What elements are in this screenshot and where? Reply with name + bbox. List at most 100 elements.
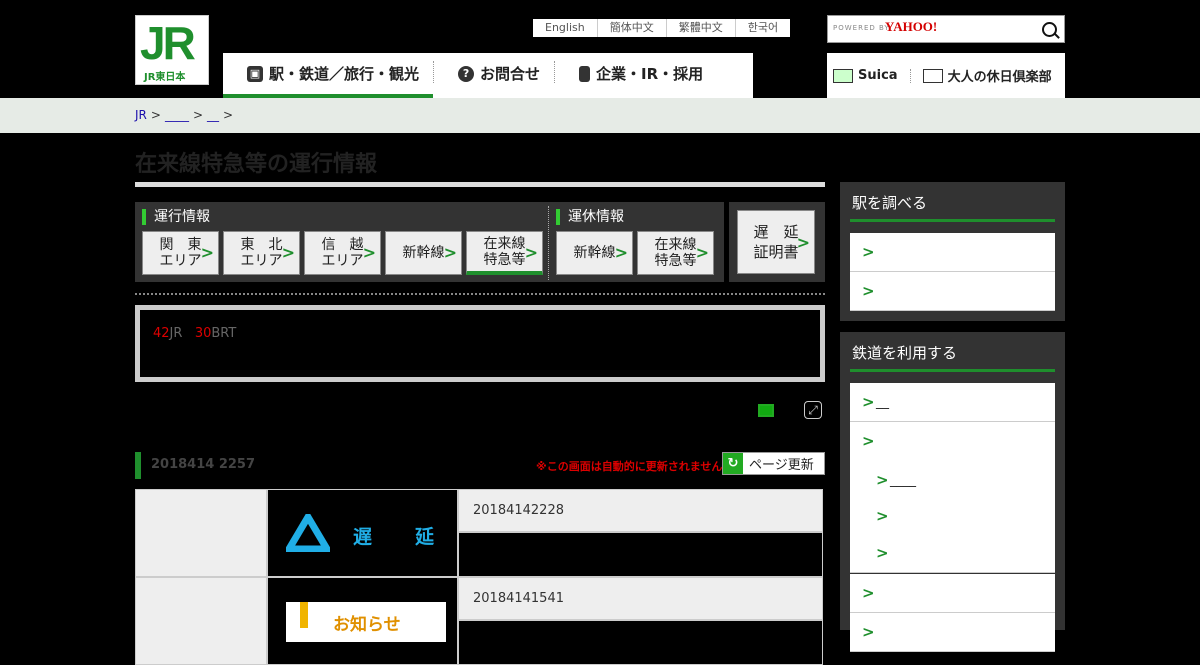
breadcrumb-level-1[interactable]: ____ (165, 108, 189, 122)
gnav-contact-label: お問合せ (480, 65, 541, 83)
status-cell: お知らせ (267, 577, 458, 665)
operation-info-label: 運行情報 (142, 209, 210, 225)
chevron-right-icon: > (862, 282, 875, 300)
logo-jr-text: JR (140, 17, 196, 69)
snav-suica[interactable]: Suica (827, 68, 904, 83)
snav-divider (909, 68, 911, 83)
snav-otona-club[interactable]: 大人の休日倶楽部 (917, 66, 1058, 85)
folder-icon (922, 68, 943, 83)
suspension-info-label: 運休情報 (556, 209, 624, 225)
update-accent-bar (135, 452, 141, 479)
tab-kanto-area[interactable]: 関 東エリア > (142, 231, 219, 275)
gnav-contact[interactable]: ? お問合せ (434, 53, 554, 94)
search-powered-label: POWERED BY (833, 24, 890, 32)
building-icon (579, 65, 591, 82)
sidebar-rail-link[interactable]: > (850, 422, 1055, 461)
table-row: 遅 延 20184142228 (135, 489, 823, 577)
notice-text: 42JR 30BRT (153, 326, 236, 341)
jr-east-logo[interactable]: JR JR東日本 (135, 15, 209, 85)
delay-certificate-panel: 遅 延 証明書 > (729, 202, 825, 282)
gnav-corporate[interactable]: 企業・IR・採用 (555, 53, 717, 94)
tab-group-divider (548, 206, 549, 280)
tab-shinetsu-line2: エリア (321, 253, 364, 269)
suica-card-icon (833, 68, 853, 83)
status-datetime: 20184142228 (458, 489, 823, 532)
line-name-cell (135, 489, 267, 577)
chevron-right-icon: > (524, 243, 538, 262)
tab-conventional-line2: 特急等 (483, 251, 526, 268)
sidebar-title-underline (850, 219, 1055, 222)
status-detail-cell (458, 532, 823, 577)
chevron-right-icon: > (695, 243, 709, 262)
tab-shinetsu-area[interactable]: 信 越エリア > (304, 231, 381, 275)
chevron-right-icon: > (862, 393, 875, 411)
tab-shinkansen[interactable]: 新幹線 > (385, 231, 462, 275)
expand-icon[interactable]: ⤢ (804, 401, 822, 419)
breadcrumb-level-2[interactable]: __ (207, 108, 219, 122)
lang-korean[interactable]: 한국어 (734, 19, 790, 37)
tab-conventional-line1: 在来線 (483, 235, 526, 252)
notice-text-1: JR (169, 326, 183, 341)
sidebar-rail-sublink[interactable]: > (850, 497, 1055, 536)
sidebar-rail-link[interactable]: > (850, 574, 1055, 613)
chevron-right-icon: > (876, 507, 889, 525)
chevron-right-icon: > (281, 243, 295, 262)
tab-shinetsu-line1: 信 越 (321, 237, 364, 253)
page-refresh-button[interactable]: ↻ ページ更新 (722, 452, 825, 475)
breadcrumb-home[interactable]: JR (135, 108, 147, 122)
snav-otona-label: 大人の休日倶楽部 (947, 70, 1052, 85)
tab-conventional-limited-express[interactable]: 在来線 特急等 > (466, 231, 543, 275)
notice-badge-bar (300, 602, 308, 628)
chevron-right-icon: > (862, 584, 875, 602)
sidebar-rail-sublink[interactable]: > (850, 534, 1055, 573)
delay-status-label: 遅 延 (353, 526, 447, 548)
global-nav: ▣ 駅・鉄道／旅行・観光 ? お問合せ 企業・IR・採用 (223, 53, 753, 98)
chevron-right-icon: > (200, 243, 214, 262)
chevron-right-icon: > (876, 544, 889, 562)
delay-triangle-icon (286, 514, 330, 552)
new-window-icon[interactable] (758, 404, 774, 417)
chevron-right-icon: > (876, 471, 889, 489)
sidebar-station-link[interactable]: > (850, 233, 1055, 272)
lang-english[interactable]: English (533, 19, 597, 37)
logo-sub-text: JR東日本 (144, 72, 186, 83)
tab-kanto-line1: 関 東 (159, 237, 202, 253)
notice-number-1: 42 (153, 326, 170, 341)
question-icon: ? (458, 65, 475, 82)
sidebar-rail-link[interactable]: > (850, 613, 1055, 652)
language-switcher: English 簡体中文 繁體中文 한국어 (533, 19, 791, 37)
tab-tohoku-line2: エリア (240, 253, 283, 269)
sidebar-rail-sublink-label: ____ (890, 473, 916, 488)
sidebar-rail-link[interactable]: > __ (850, 383, 1055, 422)
notice-status-label: お知らせ (333, 615, 401, 635)
sidebar-rail-sublink[interactable]: > ____ (850, 461, 1055, 500)
chevron-right-icon: > (862, 243, 875, 261)
delay-cert-line2: 証明書 (753, 243, 799, 261)
area-tab-panel: 運行情報 関 東エリア > 東 北エリア > 信 越エリア > 新幹線 > 在来… (135, 202, 724, 282)
notice-text-2: BRT (211, 326, 237, 341)
tab-shinkansen-label: 新幹線 (402, 245, 445, 261)
notice-badge: お知らせ (286, 602, 446, 642)
gnav-railway-label: 駅・鉄道／旅行・観光 (269, 65, 420, 83)
refresh-icon: ↻ (723, 453, 743, 474)
tab-tohoku-area[interactable]: 東 北エリア > (223, 231, 300, 275)
lang-traditional-chinese[interactable]: 繁體中文 (665, 19, 735, 37)
notice-box: 42JR 30BRT (135, 305, 825, 382)
delay-certificate-button[interactable]: 遅 延 証明書 > (737, 210, 815, 274)
tab-suspension-shinkansen[interactable]: 新幹線 > (556, 231, 633, 275)
gnav-railway-travel[interactable]: ▣ 駅・鉄道／旅行・観光 (223, 53, 434, 98)
sidebar-station-link[interactable]: > (850, 272, 1055, 311)
notice-number-2: 30 (194, 326, 212, 341)
search-input[interactable]: POWERED BY YAHOO! (827, 15, 1065, 43)
update-timestamp: 2018414 2257 (151, 457, 256, 472)
page-refresh-label: ページ更新 (749, 458, 814, 473)
sidebar-rail-link-label: __ (876, 395, 889, 410)
search-icon[interactable] (1042, 22, 1057, 37)
line-name-cell (135, 577, 267, 665)
sidebar-rail-usage: 鉄道を利用する > __ > > ____ > > > > (840, 332, 1065, 652)
train-icon: ▣ (247, 65, 263, 82)
lang-simplified-chinese[interactable]: 簡体中文 (596, 19, 666, 37)
tab-suspension-conventional[interactable]: 在来線 特急等 > (637, 231, 714, 275)
sidebar-station-search: 駅を調べる > > (840, 182, 1065, 321)
breadcrumb: JR > ____ > __ > (135, 108, 234, 122)
